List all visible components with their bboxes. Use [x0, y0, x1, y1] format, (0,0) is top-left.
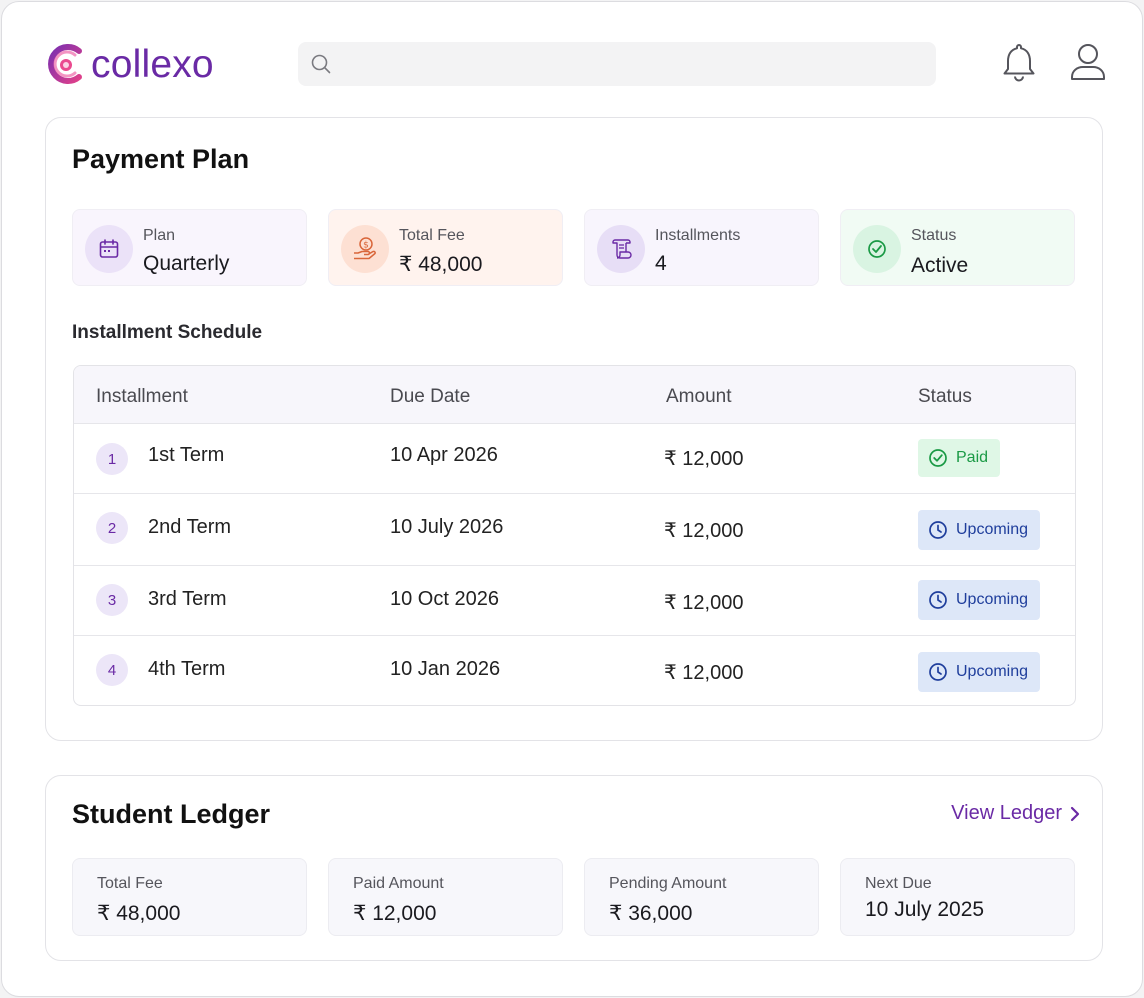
stat-label: Status: [911, 227, 957, 244]
table-row[interactable]: 2 2nd Term 10 July 2026 ₹ 12,000 Upcomin…: [74, 494, 1075, 566]
row-number: 4: [96, 654, 128, 686]
row-term: 2nd Term: [148, 516, 232, 538]
stat-status: Status Active: [840, 209, 1075, 286]
installment-schedule-heading: Installment Schedule: [72, 322, 263, 343]
app-frame: collexo Payment Plan Plan Quarterly $ To…: [1, 1, 1143, 997]
money-hand-icon: $: [341, 225, 389, 273]
stat-value: ₹ 36,000: [609, 902, 693, 925]
scroll-icon: [597, 225, 645, 273]
bell-icon: [1003, 44, 1035, 82]
row-term: 3rd Term: [148, 588, 227, 610]
stat-total-fee: $ Total Fee ₹ 48,000: [328, 209, 563, 286]
stat-label: Installments: [655, 227, 741, 244]
notifications-button[interactable]: [1000, 42, 1038, 82]
status-badge: Upcoming: [918, 580, 1041, 620]
clock-icon: [929, 663, 947, 681]
stat-value: Quarterly: [143, 252, 230, 275]
stat-value: ₹ 48,000: [97, 902, 181, 925]
ledger-pending-amount: Pending Amount ₹ 36,000: [584, 858, 819, 936]
stat-value: ₹ 12,000: [353, 902, 437, 925]
row-amount: ₹ 12,000: [664, 592, 744, 614]
student-ledger-title: Student Ledger: [72, 799, 271, 829]
status-badge: Upcoming: [918, 652, 1041, 692]
column-header-amount: Amount: [666, 386, 732, 407]
search-input[interactable]: [340, 55, 920, 73]
row-due-date: 10 Jan 2026: [390, 658, 501, 680]
stat-label: Total Fee: [97, 875, 163, 892]
status-text: Upcoming: [956, 591, 1029, 608]
row-due-date: 10 July 2026: [390, 516, 504, 538]
stat-label: Next Due: [865, 875, 932, 892]
view-ledger-label: View Ledger: [951, 802, 1062, 824]
search-bar[interactable]: [298, 42, 936, 86]
row-due-date: 10 Apr 2026: [390, 444, 498, 466]
table-row[interactable]: 4 4th Term 10 Jan 2026 ₹ 12,000 Upcoming: [74, 636, 1075, 705]
status-badge: Paid: [918, 439, 1001, 477]
stat-label: Plan: [143, 227, 176, 244]
user-icon: [1071, 44, 1105, 80]
table-header: Installment Due Date Amount Status: [74, 366, 1075, 424]
row-number: 1: [96, 443, 128, 475]
brand-name: collexo: [91, 42, 214, 86]
check-circle-icon: [853, 225, 901, 273]
column-header-installment: Installment: [96, 386, 188, 407]
row-number: 2: [96, 512, 128, 544]
search-icon: [311, 54, 331, 74]
stat-value: 4: [655, 252, 667, 275]
stat-label: Total Fee: [399, 227, 465, 244]
row-due-date: 10 Oct 2026: [390, 588, 499, 610]
brand-logo[interactable]: collexo: [45, 42, 214, 86]
student-ledger-card: Student Ledger View Ledger Total Fee ₹ 4…: [45, 775, 1103, 961]
row-amount: ₹ 12,000: [664, 520, 744, 542]
profile-button[interactable]: [1068, 42, 1108, 82]
status-text: Paid: [956, 449, 989, 466]
stat-value: Active: [911, 254, 969, 277]
column-header-due-date: Due Date: [390, 386, 471, 407]
stat-value: 10 July 2025: [865, 898, 985, 921]
installment-table: Installment Due Date Amount Status 1 1st…: [73, 365, 1076, 706]
table-row[interactable]: 3 3rd Term 10 Oct 2026 ₹ 12,000 Upcoming: [74, 566, 1075, 636]
row-term: 4th Term: [148, 658, 226, 680]
status-badge: Upcoming: [918, 510, 1041, 550]
collexo-logo-icon: [48, 44, 82, 84]
payment-plan-card: Payment Plan Plan Quarterly $ Total Fee …: [45, 117, 1103, 741]
stat-value: ₹ 48,000: [399, 253, 483, 276]
row-number: 3: [96, 584, 128, 616]
check-circle-icon: [929, 449, 947, 467]
ledger-next-due: Next Due 10 July 2025: [840, 858, 1075, 936]
calendar-icon: [85, 225, 133, 273]
stat-plan: Plan Quarterly: [72, 209, 307, 286]
row-amount: ₹ 12,000: [664, 448, 744, 470]
chevron-right-icon: [1070, 806, 1080, 821]
stat-label: Paid Amount: [353, 875, 444, 892]
row-amount: ₹ 12,000: [664, 662, 744, 684]
row-term: 1st Term: [148, 444, 225, 466]
status-text: Upcoming: [956, 521, 1029, 538]
svg-text:$: $: [363, 241, 369, 251]
stat-label: Pending Amount: [609, 875, 727, 892]
status-text: Upcoming: [956, 663, 1029, 680]
stat-installments: Installments 4: [584, 209, 819, 286]
column-header-status: Status: [918, 386, 972, 407]
clock-icon: [929, 521, 947, 539]
ledger-paid-amount: Paid Amount ₹ 12,000: [328, 858, 563, 936]
clock-icon: [929, 591, 947, 609]
payment-plan-title: Payment Plan: [72, 144, 250, 174]
view-ledger-link[interactable]: View Ledger: [951, 802, 1080, 825]
ledger-total-fee: Total Fee ₹ 48,000: [72, 858, 307, 936]
table-row[interactable]: 1 1st Term 10 Apr 2026 ₹ 12,000 Paid: [74, 424, 1075, 494]
